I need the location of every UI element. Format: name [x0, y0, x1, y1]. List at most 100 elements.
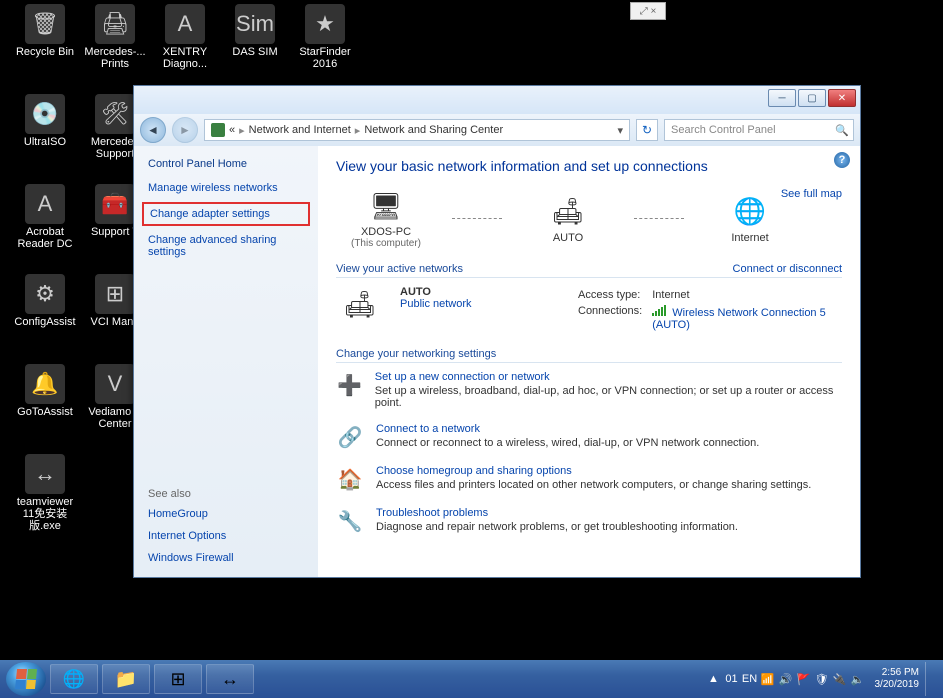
tray-icon[interactable]: 01	[725, 672, 739, 686]
node-internet[interactable]: 🌐 Internet	[700, 194, 800, 244]
window-titlebar[interactable]: ─ ▢ ✕	[134, 86, 860, 114]
task-title[interactable]: Choose homegroup and sharing options	[376, 465, 811, 477]
sidebar-link-manage-wireless[interactable]: Manage wireless networks	[148, 182, 304, 194]
minimize-button[interactable]: ─	[768, 89, 796, 107]
seealso-windows-firewall[interactable]: Windows Firewall	[148, 552, 304, 564]
breadcrumb-part1[interactable]: Network and Internet	[249, 124, 351, 136]
app-icon: 🛠	[95, 94, 135, 134]
access-type-value: Internet	[652, 288, 840, 302]
help-icon[interactable]: ?	[834, 152, 850, 168]
app-icon: ⊞	[95, 274, 135, 314]
desktop-icon[interactable]: AAcrobat Reader DC	[14, 184, 76, 250]
breadcrumb-dropdown-icon[interactable]: ▾	[617, 124, 623, 137]
tray-icon[interactable]: EN	[743, 672, 757, 686]
task-icon: 🏠	[336, 465, 364, 493]
see-full-map-link[interactable]: See full map	[781, 188, 842, 200]
taskbar-app[interactable]: 🌐	[50, 664, 98, 694]
page-title: View your basic network information and …	[336, 158, 842, 174]
control-panel-window: ─ ▢ ✕ ◄ ► « ▸ Network and Internet ▸ Net…	[133, 85, 861, 578]
tray-icon[interactable]: 📶	[761, 672, 775, 686]
app-icon: Sim	[235, 4, 275, 44]
back-button[interactable]: ◄	[140, 117, 166, 143]
main-pane: ? View your basic network information an…	[318, 146, 860, 577]
sidebar-link-change-adapter[interactable]: Change adapter settings	[142, 202, 310, 226]
sidebar: Control Panel Home Manage wireless netwo…	[134, 146, 318, 577]
task-icon: 🔗	[336, 423, 364, 451]
refresh-button[interactable]: ↻	[636, 119, 658, 141]
seealso-internet-options[interactable]: Internet Options	[148, 530, 304, 542]
taskbar: 🌐📁⊞↔ ▲ 01 EN 📶 🔊 🚩 🛡 🔌 🔈 2:56 PM 3/20/2019	[0, 660, 943, 698]
system-tray[interactable]: ▲ 01 EN 📶 🔊 🚩 🛡 🔌 🔈	[707, 672, 865, 686]
desktop-icon[interactable]: ⚙ConfigAssist	[14, 274, 76, 328]
search-box[interactable]: Search Control Panel 🔍	[664, 119, 854, 141]
app-icon: 🗑	[25, 4, 65, 44]
desktop-icon[interactable]: 🗑Recycle Bin	[14, 4, 76, 58]
active-network-name: AUTO	[400, 286, 560, 298]
globe-icon: 🌐	[730, 194, 770, 230]
bench-icon: 🛋	[336, 286, 384, 322]
app-icon: A	[165, 4, 205, 44]
connect-disconnect-link[interactable]: Connect or disconnect	[733, 263, 842, 275]
network-map: 🖥 XDOS-PC (This computer) 🛋 AUTO 🌐 Inter…	[336, 188, 842, 249]
sidebar-link-advanced-sharing[interactable]: Change advanced sharing settings	[148, 234, 304, 258]
taskbar-app[interactable]: ↔	[206, 664, 254, 694]
start-button[interactable]	[6, 662, 46, 696]
icon-label: XENTRY Diagno...	[154, 46, 216, 70]
task-title[interactable]: Set up a new connection or network	[375, 371, 842, 383]
desktop-icon[interactable]: 🖨Mercedes-... Prints	[84, 4, 146, 70]
task-item: 🔧Troubleshoot problemsDiagnose and repai…	[336, 507, 842, 535]
app-icon: 🧰	[95, 184, 135, 224]
active-networks-header: View your active networks Connect or dis…	[336, 263, 842, 278]
taskbar-clock[interactable]: 2:56 PM 3/20/2019	[875, 667, 920, 691]
maximize-button[interactable]: ▢	[798, 89, 826, 107]
app-icon: 🔔	[25, 364, 65, 404]
forward-button[interactable]: ►	[172, 117, 198, 143]
node-auto[interactable]: 🛋 AUTO	[518, 194, 618, 244]
app-icon: ★	[305, 4, 345, 44]
app-icon: 🖨	[95, 4, 135, 44]
tray-icon[interactable]: 🚩	[797, 672, 811, 686]
tray-icon[interactable]: 🛡	[815, 672, 829, 686]
icon-label: ConfigAssist	[14, 316, 76, 328]
desktop-icon[interactable]: AXENTRY Diagno...	[154, 4, 216, 70]
desktop-icon[interactable]: Sim DAS SIM	[224, 4, 286, 58]
see-also-header: See also	[148, 488, 304, 500]
connection-link[interactable]: Wireless Network Connection 5 (AUTO)	[652, 307, 826, 331]
computer-icon: 🖥	[366, 188, 406, 224]
tray-icon[interactable]: 🔈	[851, 672, 865, 686]
control-panel-home-link[interactable]: Control Panel Home	[148, 158, 304, 170]
connection-line	[634, 218, 684, 219]
access-type-label: Access type:	[578, 288, 650, 302]
node-this-computer[interactable]: 🖥 XDOS-PC (This computer)	[336, 188, 436, 249]
tray-icon[interactable]: 🔌	[833, 672, 847, 686]
desktop-icon[interactable]: ↔teamviewer11免安装版.exe	[14, 454, 76, 532]
network-icon: 🛋	[548, 194, 588, 230]
task-title[interactable]: Connect to a network	[376, 423, 759, 435]
breadcrumb-part2[interactable]: Network and Sharing Center	[364, 124, 503, 136]
desktop-icon[interactable]: 🔔 GoToAssist	[14, 364, 76, 418]
breadcrumb-prefix: «	[229, 124, 235, 136]
icon-label: DAS SIM	[224, 46, 286, 58]
desktop-icon[interactable]: 💿UltraISO	[14, 94, 76, 148]
top-gadget: ⤢ ×	[630, 2, 666, 20]
icon-label: GoToAssist	[14, 406, 76, 418]
close-button[interactable]: ✕	[828, 89, 856, 107]
signal-bars-icon	[652, 305, 666, 316]
address-bar: ◄ ► « ▸ Network and Internet ▸ Network a…	[134, 114, 860, 146]
task-title[interactable]: Troubleshoot problems	[376, 507, 738, 519]
show-desktop-button[interactable]	[925, 662, 937, 696]
task-description: Access files and printers located on oth…	[376, 479, 811, 491]
seealso-homegroup[interactable]: HomeGroup	[148, 508, 304, 520]
tray-icon[interactable]: 🔊	[779, 672, 793, 686]
desktop-icon[interactable]: ★StarFinder 2016	[294, 4, 356, 70]
taskbar-app[interactable]: 📁	[102, 664, 150, 694]
active-network-type[interactable]: Public network	[400, 298, 560, 310]
search-placeholder: Search Control Panel	[671, 124, 776, 136]
taskbar-app[interactable]: ⊞	[154, 664, 202, 694]
task-description: Diagnose and repair network problems, or…	[376, 521, 738, 533]
control-panel-icon	[211, 123, 225, 137]
breadcrumb[interactable]: « ▸ Network and Internet ▸ Network and S…	[204, 119, 630, 141]
task-icon: ➕	[336, 371, 363, 399]
tray-icon[interactable]: ▲	[707, 672, 721, 686]
task-description: Set up a wireless, broadband, dial-up, a…	[375, 385, 834, 409]
